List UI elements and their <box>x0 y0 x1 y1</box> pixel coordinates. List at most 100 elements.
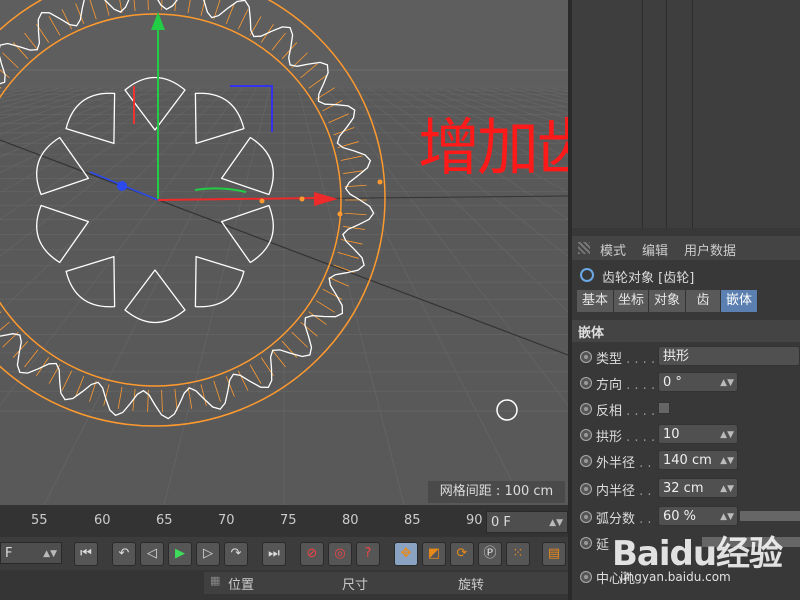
stepper-icon[interactable]: ▲▼ <box>720 425 734 445</box>
grid-line <box>0 87 131 135</box>
guide-blue <box>230 85 273 132</box>
move-key-icon[interactable]: ✥ <box>394 542 418 566</box>
animate-radio[interactable] <box>580 403 592 415</box>
viewport[interactable]: 增加齿轮内部 网格间距 : 100 cm <box>0 0 568 505</box>
timeline-tick: 90 <box>466 513 483 528</box>
tab-embed[interactable]: 嵌体 <box>721 290 758 312</box>
grid-spacing-label: 网格间距 : 100 cm <box>428 481 565 503</box>
next-key-button[interactable]: ↷ <box>224 542 248 566</box>
record-key-button[interactable]: ⊘ <box>300 542 324 566</box>
prop-type-label: 类型 . . . . <box>596 348 655 367</box>
label-dots: . . . . <box>622 430 656 445</box>
film-icon[interactable]: ▤ <box>542 542 566 566</box>
outer-radius-value: 140 cm <box>663 453 712 468</box>
timeline-tick: 75 <box>280 513 297 528</box>
animate-radio[interactable] <box>580 571 592 583</box>
stepper-icon[interactable]: ▲▼ <box>720 479 734 499</box>
direction-field[interactable]: 0 ° ▲▼ <box>658 372 738 392</box>
invert-checkbox[interactable] <box>658 402 670 414</box>
prop-invert-label-text: 反相 <box>596 404 623 419</box>
gear-arch-hole <box>194 92 245 145</box>
animate-radio[interactable] <box>580 537 592 549</box>
prev-key-button[interactable]: ↶ <box>112 542 136 566</box>
play-button[interactable]: ▶ <box>168 542 192 566</box>
outer-radius-field[interactable]: 140 cm ▲▼ <box>658 450 738 470</box>
gear-handle-icon <box>337 211 343 217</box>
coord-size-header: 尺寸 <box>342 578 369 593</box>
gear-hatch <box>315 300 335 313</box>
start-frame-field[interactable]: F ▲▼ <box>0 542 62 564</box>
gear-scene[interactable] <box>0 0 568 505</box>
tab-object[interactable]: 对象 <box>649 290 686 312</box>
animate-radio[interactable] <box>580 511 592 523</box>
stepper-icon[interactable]: ▲▼ <box>43 543 57 565</box>
animate-radio[interactable] <box>580 483 592 495</box>
gear-hatch <box>340 239 363 245</box>
tab-basic[interactable]: 基本 <box>577 290 614 312</box>
gear-arch-hole <box>124 269 186 323</box>
animate-radio[interactable] <box>580 351 592 363</box>
grid-line <box>0 87 173 173</box>
coord-position-header: 位置 <box>228 578 255 593</box>
menu-mode[interactable]: 模式 <box>600 240 626 259</box>
prop-invert-label: 反相 . . . . <box>596 400 655 419</box>
timeline-tick: 60 <box>94 513 111 528</box>
grip-icon[interactable]: ▦ <box>210 574 220 587</box>
type-dropdown[interactable]: 拱形 <box>658 346 800 366</box>
object-manager-panel[interactable] <box>572 0 800 228</box>
column-separator <box>692 0 693 228</box>
go-to-start-button[interactable]: ⏮ <box>74 542 98 566</box>
label-dots: . . <box>635 484 652 499</box>
animate-radio[interactable] <box>580 455 592 467</box>
grid-line <box>0 87 47 100</box>
scale-key-icon[interactable]: ◩ <box>422 542 446 566</box>
stepper-icon[interactable]: ▲▼ <box>720 373 734 393</box>
timeline-tick: 85 <box>404 513 421 528</box>
inner-radius-value: 32 cm <box>663 481 704 496</box>
key-help-button[interactable]: ? <box>356 542 380 566</box>
overlay-caption: 增加齿轮内部 <box>418 111 568 184</box>
prop-direction-label: 方向 . . . . <box>596 374 655 393</box>
gear-hatch <box>174 388 178 411</box>
grid-line <box>0 87 5 90</box>
auto-key-button[interactable]: ◎ <box>328 542 352 566</box>
label-dots: . . <box>635 456 652 471</box>
gear-hatch <box>328 276 349 287</box>
grid-line <box>0 87 215 257</box>
grip-icon[interactable] <box>578 242 590 254</box>
section-title: 嵌体 <box>578 326 605 341</box>
z-axis-handle-icon <box>117 181 127 191</box>
gear-hatch <box>200 384 207 406</box>
menu-user-data[interactable]: 用户数据 <box>684 240 736 259</box>
param-key-icon[interactable]: Ⓟ <box>478 542 502 566</box>
column-separator <box>642 0 643 228</box>
stepper-icon[interactable]: ▲▼ <box>720 451 734 471</box>
step-back-button[interactable]: ◁ <box>140 542 164 566</box>
stepper-icon[interactable]: ▲▼ <box>549 512 563 534</box>
watermark-url: jingyan.baidu.com <box>620 570 731 584</box>
current-frame-field[interactable]: 0 F ▲▼ <box>486 511 568 533</box>
timeline-ruler[interactable]: 55 60 65 70 75 80 85 90 <box>0 505 568 537</box>
prop-invert: 反相 . . . . <box>572 396 800 422</box>
menu-edit[interactable]: 编辑 <box>642 240 668 259</box>
prop-outer-radius-label: 外半径 . . <box>596 452 652 471</box>
tab-teeth[interactable]: 齿 <box>686 290 721 312</box>
rotate-key-icon[interactable]: ⟳ <box>450 542 474 566</box>
viewport-sky <box>0 0 568 88</box>
coord-rotation-header: 旋转 <box>458 578 485 593</box>
prop-type: 类型 . . . . 拱形 <box>572 344 800 370</box>
prop-extend-label: 延 <box>596 538 610 553</box>
arches-field[interactable]: 10 ▲▼ <box>658 424 738 444</box>
inner-radius-field[interactable]: 32 cm ▲▼ <box>658 478 738 498</box>
attribute-menubar: 模式 编辑 用户数据 <box>572 236 800 260</box>
tab-coord[interactable]: 坐标 <box>614 290 649 312</box>
prop-outer-radius-label-text: 外半径 <box>596 456 636 471</box>
point-key-icon[interactable]: ⁙ <box>506 542 530 566</box>
prop-inner-radius-label-text: 内半径 <box>596 484 636 499</box>
gear-hatch <box>328 113 349 124</box>
gear-hatch <box>344 212 367 216</box>
animate-radio[interactable] <box>580 377 592 389</box>
go-to-end-button[interactable]: ⏭ <box>262 542 286 566</box>
step-forward-button[interactable]: ▷ <box>196 542 220 566</box>
animate-radio[interactable] <box>580 429 592 441</box>
